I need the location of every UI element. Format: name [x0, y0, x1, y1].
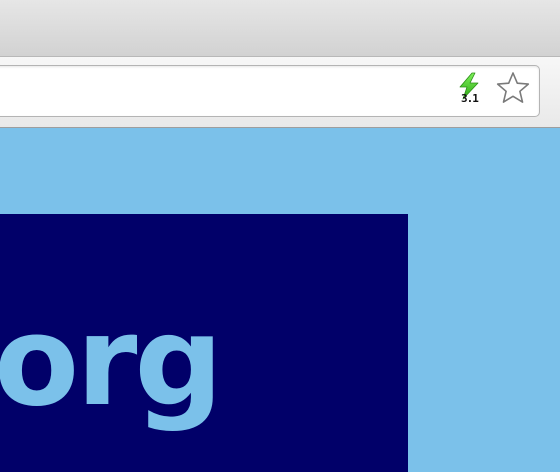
- window-titlebar: [0, 0, 560, 57]
- star-icon: [496, 72, 530, 103]
- browser-toolbar: 3.1: [0, 57, 560, 128]
- logo-text: org: [0, 290, 223, 434]
- extension-badge: 3.1: [461, 92, 479, 105]
- logo-banner: org: [0, 214, 408, 472]
- bookmark-star-icon[interactable]: [495, 70, 531, 106]
- page-content: org: [0, 128, 560, 472]
